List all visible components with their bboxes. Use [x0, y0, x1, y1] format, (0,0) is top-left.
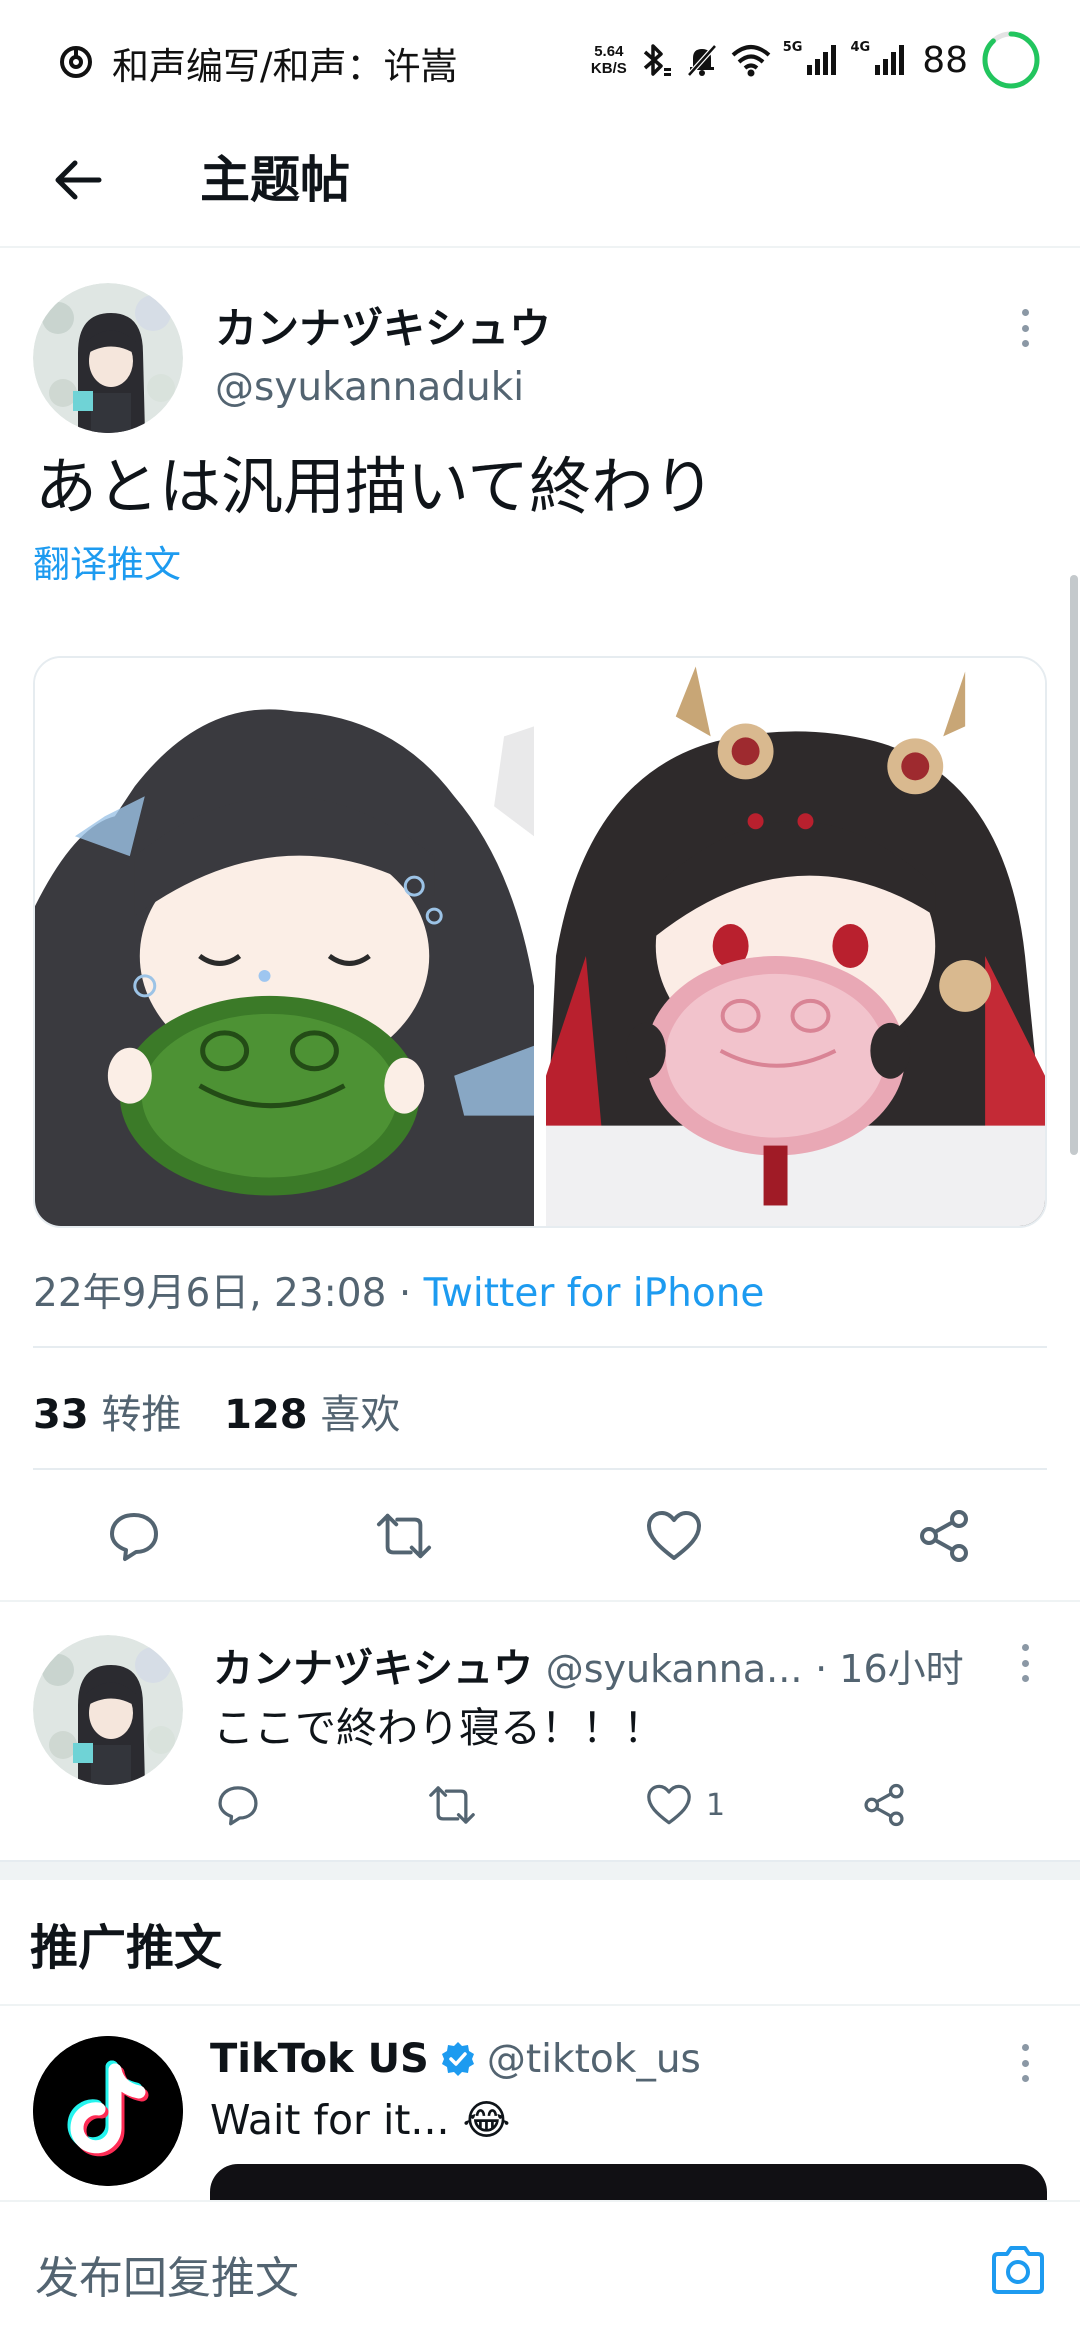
share-icon — [864, 1783, 904, 1827]
battery-ring-icon — [982, 31, 1040, 89]
author-name[interactable]: カンナヅキシュウ — [215, 295, 551, 356]
scrollbar[interactable] — [1070, 575, 1078, 1155]
translate-tweet-link[interactable]: 翻译推文 — [33, 534, 181, 588]
retweet-label[interactable]: 转推 — [101, 1392, 181, 1438]
more-vertical-icon — [1021, 309, 1029, 316]
promoted-author: TikTok US @tiktok_us — [210, 2036, 701, 2082]
back-button[interactable] — [40, 142, 116, 218]
promoted-section-title: 推广推文 — [30, 1920, 223, 1976]
more-vertical-icon — [1021, 2044, 1029, 2051]
network-speed-value: 5.64 — [594, 43, 624, 60]
share-button[interactable] — [916, 1508, 972, 1564]
retweet-button[interactable] — [376, 1508, 432, 1564]
tweet-source-link[interactable]: Twitter for iPhone — [424, 1271, 765, 1316]
tweet-media — [33, 656, 1047, 1228]
like-count[interactable]: 128 — [224, 1392, 308, 1438]
like-button[interactable] — [646, 1508, 702, 1564]
reply-share-button[interactable] — [862, 1780, 906, 1830]
chibi-pink-mooncake-image — [546, 658, 1045, 1226]
reply-retweet-button[interactable] — [428, 1780, 476, 1830]
tiktok-logo-icon — [33, 2036, 183, 2186]
reply-header: カンナヅキシュウ @syukanna... · 16小时 — [213, 1636, 964, 1694]
reply-author-avatar[interactable] — [33, 1635, 183, 1785]
tweet-action-bar — [0, 1490, 1080, 1580]
avatar-image — [33, 283, 183, 433]
status-icons: 5.64 KB/S 5G 4G 88 — [591, 22, 1042, 98]
media-image-1[interactable] — [35, 658, 534, 1226]
avatar-image — [33, 1635, 183, 1785]
author-handle[interactable]: @syukannaduki — [215, 365, 524, 410]
divider — [0, 1600, 1080, 1602]
network-speed-unit: KB/S — [590, 60, 627, 77]
tweet-text: あとは汎用描いて終わり — [35, 450, 716, 523]
heart-icon — [647, 1784, 691, 1825]
like-label[interactable]: 喜欢 — [320, 1392, 400, 1438]
retweet-icon — [429, 1786, 475, 1824]
reply-icon — [218, 1786, 258, 1826]
reply-more-options-button[interactable] — [1005, 1638, 1045, 1688]
reply-icon — [110, 1513, 158, 1561]
tweet-stats: 33 转推 128 喜欢 — [33, 1382, 430, 1440]
retweet-count[interactable]: 33 — [33, 1392, 89, 1438]
divider — [33, 1346, 1047, 1348]
reply-composer[interactable]: 发布回复推文 — [0, 2200, 1080, 2340]
heart-icon — [647, 1511, 701, 1560]
chibi-green-mooncake-image — [35, 658, 534, 1226]
divider — [33, 1468, 1047, 1470]
signal-5g-icon — [807, 45, 837, 75]
mute-bell-icon — [686, 44, 717, 77]
network-speed: 5.64 KB/S — [591, 43, 627, 77]
reply-reply-button[interactable] — [216, 1780, 260, 1830]
page-title: 主题帖 — [200, 151, 350, 209]
reply-like-count: 1 — [706, 1787, 726, 1823]
notification-title: 和声编写/和声：许嵩 — [112, 45, 458, 88]
top-app-bar: 主题帖 — [0, 120, 1080, 248]
promoted-more-options-button[interactable] — [1005, 2038, 1045, 2088]
promoted-author-name[interactable]: TikTok US — [210, 2036, 429, 2082]
reply-text: ここで終わり寝る！！！ — [213, 1704, 664, 1752]
tweet-time: 22年9月6日, 23:08 — [33, 1271, 387, 1316]
author-avatar[interactable] — [33, 283, 183, 433]
timestamp-separator: · — [386, 1271, 424, 1316]
reply-time: · 16小时 — [815, 1647, 964, 1691]
verified-badge-icon — [441, 2042, 474, 2076]
promoted-author-avatar[interactable] — [33, 2036, 183, 2186]
reply-author-handle[interactable]: @syukanna... — [546, 1647, 803, 1691]
more-vertical-icon — [1021, 1644, 1029, 1651]
reply-author-name[interactable]: カンナヅキシュウ — [213, 1646, 533, 1692]
bluetooth-icon — [643, 44, 671, 76]
tweet-timestamp: 22年9月6日, 23:08 · Twitter for iPhone — [33, 1262, 764, 1318]
network-4g-label: 4G — [850, 40, 871, 55]
wifi-icon — [731, 45, 771, 77]
section-divider — [0, 1860, 1080, 1880]
more-options-button[interactable] — [1005, 303, 1045, 353]
network-5g-label: 5G — [782, 40, 803, 55]
status-bar: 和声编写/和声：许嵩 5.64 KB/S 5G 4G 88 — [0, 0, 1080, 120]
reply-like-button[interactable]: 1 — [646, 1780, 725, 1830]
media-image-2[interactable] — [546, 658, 1045, 1226]
signal-4g-icon — [875, 45, 905, 75]
share-icon — [920, 1510, 968, 1562]
retweet-icon — [376, 1513, 432, 1559]
divider — [0, 2004, 1080, 2006]
reply-composer-placeholder[interactable]: 发布回复推文 — [35, 2242, 299, 2306]
promoted-author-handle[interactable]: @tiktok_us — [487, 2037, 701, 2082]
camera-icon[interactable] — [988, 2240, 1048, 2300]
music-app-icon — [60, 46, 92, 78]
reply-button[interactable] — [106, 1508, 162, 1564]
promoted-tweet-text: Wait for it... 😂 — [210, 2096, 511, 2144]
arrow-left-icon — [55, 160, 102, 200]
battery-level: 88 — [922, 39, 968, 81]
